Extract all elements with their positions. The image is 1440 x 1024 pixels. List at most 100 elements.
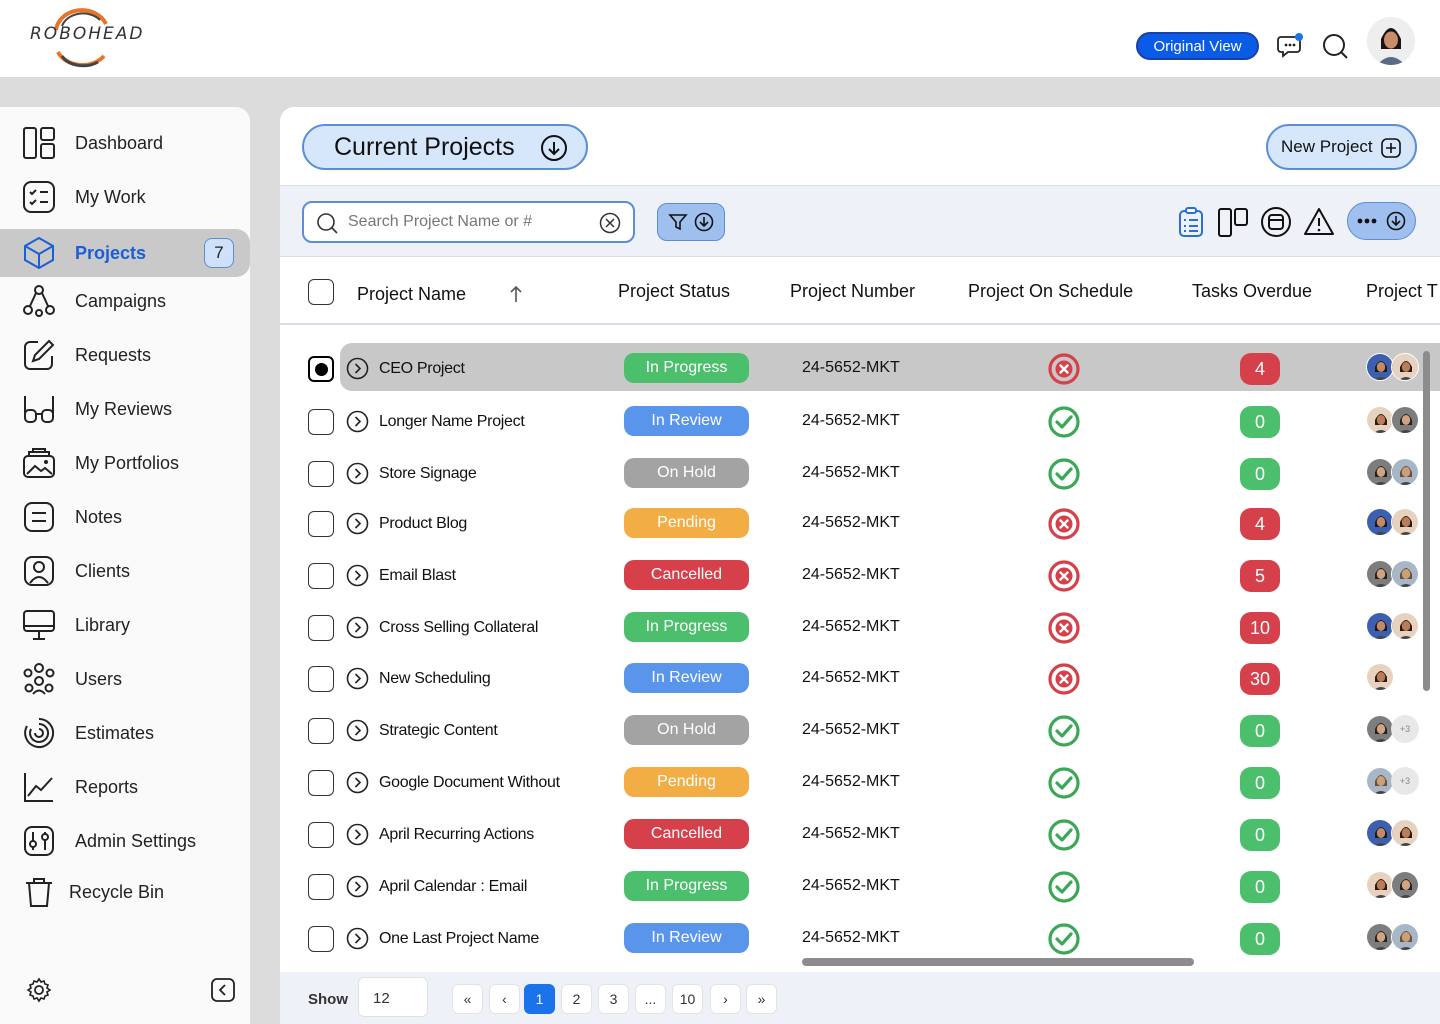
team-member-avatar[interactable] <box>1391 406 1419 434</box>
row-checkbox[interactable] <box>308 563 334 589</box>
first-page-button[interactable]: « <box>452 984 483 1014</box>
filter-button[interactable] <box>657 203 725 241</box>
more-members-count[interactable]: +3 <box>1391 767 1419 795</box>
team-member-avatar[interactable] <box>1366 871 1394 899</box>
page-1-button[interactable]: 1 <box>524 984 555 1014</box>
expand-row-icon[interactable] <box>346 512 369 535</box>
clear-search-icon[interactable] <box>599 212 621 234</box>
search-input[interactable] <box>348 211 588 233</box>
sidebar-item-users[interactable]: Users <box>0 655 250 703</box>
team-member-avatar[interactable] <box>1366 663 1394 691</box>
sidebar-item-campaigns[interactable]: Campaigns <box>0 277 250 325</box>
team-member-avatar[interactable] <box>1366 715 1394 743</box>
team-member-avatar[interactable] <box>1391 923 1419 951</box>
more-members-count[interactable]: +3 <box>1391 715 1419 743</box>
select-all-checkbox[interactable] <box>308 279 334 305</box>
expand-row-icon[interactable] <box>346 771 369 794</box>
table-row[interactable]: CEO Project In Progress 24-5652-MKT 4 <box>280 343 1440 395</box>
project-name[interactable]: Cross Selling Collateral <box>379 619 538 637</box>
sidebar-item-requests[interactable]: Requests <box>0 331 250 379</box>
page-3-button[interactable]: 3 <box>598 984 629 1014</box>
team-member-avatar[interactable] <box>1391 560 1419 588</box>
expand-row-icon[interactable] <box>346 719 369 742</box>
original-view-button[interactable]: Original View <box>1136 32 1259 60</box>
table-row[interactable]: Email Blast Cancelled 24-5652-MKT 5 <box>280 550 1440 602</box>
row-checkbox[interactable] <box>308 666 334 692</box>
chat-notification-icon[interactable] <box>1276 30 1306 60</box>
sidebar-item-my-portfolios[interactable]: My Portfolios <box>0 439 250 487</box>
column-header-tasks-overdue[interactable]: Tasks Overdue <box>1192 281 1312 302</box>
project-status-badge[interactable]: In Progress <box>624 871 749 901</box>
table-row[interactable]: New Scheduling In Review 24-5652-MKT 30 <box>280 653 1440 705</box>
row-checkbox[interactable] <box>308 409 334 435</box>
expand-row-icon[interactable] <box>346 357 369 380</box>
team-member-avatar[interactable] <box>1366 508 1394 536</box>
row-checkbox[interactable] <box>308 615 334 641</box>
board-view-icon[interactable] <box>1217 206 1249 238</box>
team-member-avatar[interactable] <box>1391 871 1419 899</box>
team-member-avatar[interactable] <box>1366 560 1394 588</box>
row-checkbox[interactable] <box>308 874 334 900</box>
team-member-avatar[interactable] <box>1366 819 1394 847</box>
page-2-button[interactable]: 2 <box>561 984 592 1014</box>
search-icon[interactable] <box>1320 30 1350 60</box>
table-row[interactable]: Cross Selling Collateral In Progress 24-… <box>280 602 1440 654</box>
expand-row-icon[interactable] <box>346 667 369 690</box>
project-status-badge[interactable]: In Progress <box>624 612 749 642</box>
sort-ascending-icon[interactable] <box>508 284 524 304</box>
user-avatar[interactable] <box>1367 17 1415 65</box>
expand-row-icon[interactable] <box>346 462 369 485</box>
column-header-project-name[interactable]: Project Name <box>357 284 466 305</box>
project-status-badge[interactable]: In Review <box>624 406 749 436</box>
sidebar-item-dashboard[interactable]: Dashboard <box>0 119 250 167</box>
table-row[interactable]: April Calendar : Email In Progress 24-56… <box>280 861 1440 913</box>
project-status-badge[interactable]: In Progress <box>624 353 749 383</box>
project-status-badge[interactable]: Pending <box>624 508 749 538</box>
vertical-scrollbar[interactable] <box>1423 351 1430 691</box>
row-checkbox[interactable] <box>308 770 334 796</box>
table-row[interactable]: Product Blog Pending 24-5652-MKT 4 <box>280 498 1440 550</box>
sidebar-item-my-work[interactable]: My Work <box>0 173 250 221</box>
row-checkbox[interactable] <box>308 461 334 487</box>
project-name[interactable]: Longer Name Project <box>379 413 525 431</box>
page-10-button[interactable]: 10 <box>672 984 703 1014</box>
team-member-avatar[interactable] <box>1366 767 1394 795</box>
column-header-on-schedule[interactable]: Project On Schedule <box>968 281 1133 302</box>
row-checkbox[interactable] <box>308 822 334 848</box>
project-name[interactable]: Store Signage <box>379 465 477 483</box>
sidebar-item-clients[interactable]: Clients <box>0 547 250 595</box>
sidebar-item-reports[interactable]: Reports <box>0 763 250 811</box>
expand-row-icon[interactable] <box>346 823 369 846</box>
project-name[interactable]: Google Document Without <box>379 774 560 792</box>
expand-row-icon[interactable] <box>346 875 369 898</box>
project-name[interactable]: April Calendar : Email <box>379 878 527 896</box>
project-name[interactable]: April Recurring Actions <box>379 826 534 844</box>
project-status-badge[interactable]: Pending <box>624 767 749 797</box>
project-status-badge[interactable]: On Hold <box>624 715 749 745</box>
row-checkbox[interactable] <box>308 356 334 382</box>
table-row[interactable]: April Recurring Actions Cancelled 24-565… <box>280 809 1440 861</box>
list-view-icon[interactable] <box>1175 206 1207 238</box>
page-size-input[interactable]: 12 <box>358 977 428 1017</box>
team-member-avatar[interactable] <box>1391 612 1419 640</box>
warning-icon[interactable] <box>1303 206 1335 238</box>
prev-page-button[interactable]: ‹ <box>489 984 520 1014</box>
table-row[interactable]: Longer Name Project In Review 24-5652-MK… <box>280 396 1440 448</box>
more-options-button[interactable] <box>1347 202 1416 240</box>
new-project-button[interactable]: New Project <box>1266 124 1417 170</box>
sidebar-item-estimates[interactable]: Estimates <box>0 709 250 757</box>
project-status-badge[interactable]: In Review <box>624 663 749 693</box>
column-header-project-status[interactable]: Project Status <box>618 281 730 302</box>
project-name[interactable]: Email Blast <box>379 567 456 585</box>
team-member-avatar[interactable] <box>1366 923 1394 951</box>
table-row[interactable]: Store Signage On Hold 24-5652-MKT 0 <box>280 448 1440 500</box>
team-member-avatar[interactable] <box>1366 406 1394 434</box>
sidebar-item-admin-settings[interactable]: Admin Settings <box>0 817 250 865</box>
column-header-project-number[interactable]: Project Number <box>790 281 915 302</box>
page-ellipsis[interactable]: ... <box>635 984 666 1014</box>
sidebar-item-projects[interactable]: Projects 7 <box>0 229 250 277</box>
project-name[interactable]: New Scheduling <box>379 670 491 688</box>
project-name[interactable]: CEO Project <box>379 360 465 378</box>
project-status-badge[interactable]: Cancelled <box>624 560 749 590</box>
table-row[interactable]: Strategic Content On Hold 24-5652-MKT 0 … <box>280 705 1440 757</box>
